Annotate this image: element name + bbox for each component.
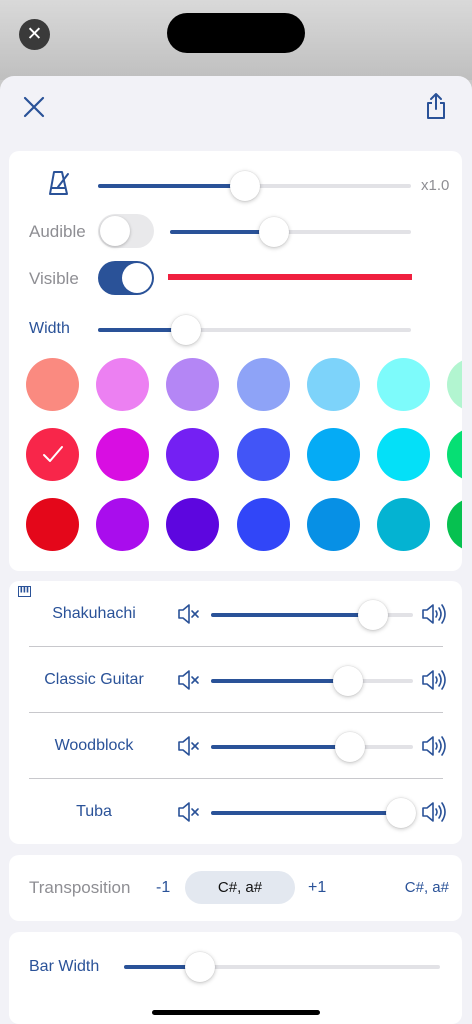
color-swatch[interactable]	[447, 358, 462, 411]
slider-fill	[98, 184, 246, 188]
color-swatch[interactable]	[307, 358, 360, 411]
home-indicator	[152, 1010, 320, 1015]
close-icon[interactable]	[23, 96, 45, 123]
color-swatch[interactable]	[447, 428, 462, 481]
speaker-loud-icon[interactable]	[421, 735, 447, 762]
instrument-volume-slider[interactable]	[211, 666, 413, 696]
instrument-volume-thumb[interactable]	[357, 600, 388, 630]
highlight-color-bar	[168, 274, 412, 280]
transposition-card: Transposition -1 C#, a# +1 C#, a#	[9, 855, 462, 921]
background-screen: ✕	[0, 0, 472, 80]
row-divider	[29, 778, 443, 779]
speed-slider-thumb[interactable]	[230, 171, 261, 201]
color-swatch[interactable]	[307, 428, 360, 481]
audible-label: Audible	[29, 222, 86, 241]
share-icon[interactable]	[425, 92, 447, 125]
visible-toggle[interactable]	[98, 261, 154, 295]
current-key-display: C#, a#	[185, 871, 295, 904]
speaker-loud-icon[interactable]	[421, 801, 447, 828]
width-label: Width	[29, 320, 70, 337]
row-divider	[29, 646, 443, 647]
resulting-key: C#, a#	[404, 879, 449, 896]
piano-icon	[18, 584, 31, 602]
color-swatch[interactable]	[307, 498, 360, 551]
instrument-name: Tuba	[76, 803, 112, 820]
color-swatch[interactable]	[96, 358, 149, 411]
audible-volume-thumb[interactable]	[258, 217, 289, 247]
color-swatch[interactable]	[377, 498, 430, 551]
checkmark-icon	[43, 446, 63, 462]
speed-value: x1.0	[421, 177, 450, 194]
instrument-volume-thumb[interactable]	[335, 732, 366, 762]
instrument-name: Classic Guitar	[44, 671, 144, 688]
color-swatch-selected[interactable]	[26, 428, 79, 481]
color-swatch[interactable]	[237, 428, 290, 481]
metronome-icon	[48, 170, 70, 201]
slider-fill	[211, 745, 351, 749]
color-swatch[interactable]	[26, 358, 79, 411]
color-swatch[interactable]	[166, 498, 219, 551]
color-swatch[interactable]	[96, 428, 149, 481]
row-divider	[29, 712, 443, 713]
bar-width-slider-thumb[interactable]	[184, 952, 215, 982]
transpose-down-button[interactable]: -1	[156, 879, 170, 897]
instrument-volume-slider[interactable]	[211, 798, 416, 828]
slider-fill	[211, 811, 401, 815]
speaker-mute-icon[interactable]	[177, 735, 201, 762]
width-slider-thumb[interactable]	[170, 315, 201, 345]
visual-settings-card: x1.0 Audible Visible Width	[9, 151, 462, 571]
audible-volume-slider[interactable]	[170, 217, 411, 247]
toggle-knob	[122, 263, 152, 293]
instrument-volume-thumb[interactable]	[385, 798, 416, 828]
width-slider[interactable]	[98, 315, 411, 345]
speaker-mute-icon[interactable]	[177, 603, 201, 630]
speaker-mute-icon[interactable]	[177, 669, 201, 696]
slider-fill	[211, 613, 373, 617]
settings-sheet: x1.0 Audible Visible Width Shakuhachi Cla…	[0, 76, 472, 1024]
speaker-mute-icon[interactable]	[177, 801, 201, 828]
dismiss-icon[interactable]: ✕	[19, 19, 50, 50]
color-swatch[interactable]	[447, 498, 462, 551]
bar-width-label: Bar Width	[29, 958, 100, 975]
instrument-name: Shakuhachi	[52, 605, 136, 622]
instrument-name: Woodblock	[54, 737, 134, 754]
color-swatch[interactable]	[26, 498, 79, 551]
bar-width-slider[interactable]	[124, 952, 440, 982]
color-swatch[interactable]	[377, 358, 430, 411]
instrument-volume-slider[interactable]	[211, 732, 413, 762]
color-swatch[interactable]	[377, 428, 430, 481]
color-swatch[interactable]	[237, 358, 290, 411]
transposition-label: Transposition	[29, 878, 131, 897]
color-swatch[interactable]	[166, 358, 219, 411]
speaker-loud-icon[interactable]	[421, 669, 447, 696]
color-swatch[interactable]	[96, 498, 149, 551]
visible-label: Visible	[29, 269, 79, 288]
transpose-up-button[interactable]: +1	[308, 879, 326, 897]
instrument-volume-slider[interactable]	[211, 600, 413, 630]
audible-toggle[interactable]	[98, 214, 154, 248]
speed-slider[interactable]	[98, 171, 411, 201]
dynamic-island	[167, 13, 305, 53]
speaker-loud-icon[interactable]	[421, 603, 447, 630]
instruments-card: Shakuhachi Classic Guitar Woodblock Tuba	[9, 581, 462, 844]
slider-fill	[211, 679, 349, 683]
instrument-volume-thumb[interactable]	[333, 666, 364, 696]
color-swatch[interactable]	[166, 428, 219, 481]
toggle-knob	[100, 216, 130, 246]
color-swatch[interactable]	[237, 498, 290, 551]
